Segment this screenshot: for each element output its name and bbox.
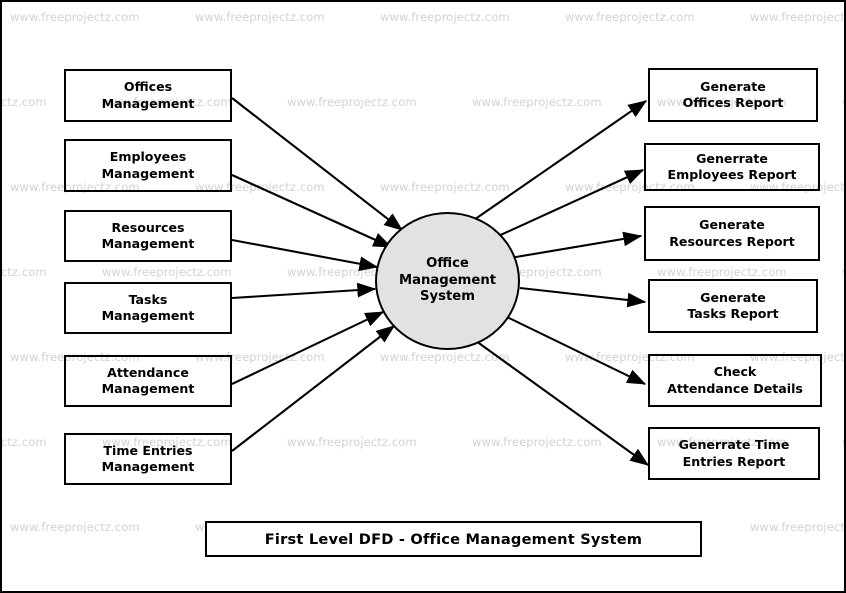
entity-generrate-employees-report-line2: Employees Report — [667, 167, 797, 182]
process-office-management-system[interactable]: Office Management System — [375, 212, 520, 350]
flow-resources-management-to-process — [231, 238, 379, 271]
entity-check-attendance-details[interactable]: Check Attendance Details — [648, 354, 822, 407]
entity-generrate-employees-report-line1: Generrate — [696, 150, 768, 166]
flow-process-to-generate-tasks-report — [519, 286, 647, 308]
entity-resources-management[interactable]: Resources Management — [64, 210, 232, 262]
flow-process-to-generrate-employees-report — [493, 169, 645, 239]
entity-generrate-employees-report[interactable]: Generrate Employees Report — [644, 143, 820, 191]
flow-attendance-management-to-process — [231, 311, 385, 385]
entity-attendance-management-line1: Attendance — [107, 364, 189, 380]
flow-process-to-generrate-time-entries-report — [475, 340, 650, 466]
entity-generate-tasks-report[interactable]: Generate Tasks Report — [648, 279, 818, 333]
diagram-title-box: First Level DFD - Office Management Syst… — [205, 521, 702, 557]
flow-tasks-management-to-process — [231, 282, 377, 300]
entity-offices-management[interactable]: Offices Management — [64, 69, 232, 122]
entity-check-attendance-details-line2: Attendance Details — [667, 380, 803, 396]
entity-employees-management-line2: Management — [101, 165, 195, 181]
process-label-line3: System — [420, 289, 475, 305]
entity-generate-resources-report-line1: Generate — [699, 217, 765, 233]
entity-offices-management-line1: Offices — [123, 79, 173, 95]
entity-check-attendance-details-line1: Check — [713, 364, 757, 380]
entity-generate-offices-report[interactable]: Generate Offices Report — [648, 68, 818, 122]
entity-employees-management[interactable]: Employees Management — [64, 139, 232, 192]
flow-process-to-check-attendance-details — [506, 316, 647, 385]
entity-generrate-time-entries-report-line1: Generrate Time — [678, 437, 790, 453]
entity-attendance-management[interactable]: Attendance Management — [64, 355, 232, 407]
entity-generate-tasks-report-line1: Generate — [700, 289, 766, 305]
entity-tasks-management-line2: Management — [101, 308, 195, 323]
flow-process-to-generate-offices-report — [467, 100, 648, 225]
diagram-title: First Level DFD - Office Management Syst… — [264, 530, 643, 548]
process-label-line2: Management — [398, 272, 497, 288]
entity-generrate-time-entries-report[interactable]: Generrate Time Entries Report — [648, 427, 820, 480]
entity-resources-management-line2: Management — [101, 236, 195, 251]
entity-generate-offices-report-line1: Generate — [700, 78, 766, 94]
entity-tasks-management-line1: Tasks — [128, 291, 168, 307]
entity-time-entries-management[interactable]: Time Entries Management — [64, 433, 232, 485]
entity-time-entries-management-line1: Time Entries — [103, 442, 193, 458]
entity-generate-tasks-report-line2: Tasks Report — [687, 306, 779, 321]
entity-attendance-management-line2: Management — [101, 381, 195, 396]
flow-offices-management-to-process — [231, 97, 403, 231]
flow-process-to-generate-resources-report — [509, 231, 643, 260]
entity-resources-management-line1: Resources — [111, 219, 185, 235]
entity-employees-management-line1: Employees — [109, 149, 187, 165]
entity-generate-offices-report-line2: Offices Report — [682, 95, 784, 110]
flow-employees-management-to-process — [231, 174, 393, 248]
entity-time-entries-management-line2: Management — [101, 459, 195, 474]
entity-generate-resources-report[interactable]: Generate Resources Report — [644, 206, 820, 261]
dfd-diagram-canvas: www.freeprojectz.com www.freeprojectz.com… — [0, 0, 846, 593]
entity-generate-resources-report-line2: Resources Report — [669, 233, 795, 249]
entity-offices-management-line2: Management — [101, 95, 195, 111]
entity-generrate-time-entries-report-line2: Entries Report — [682, 453, 786, 469]
entity-tasks-management[interactable]: Tasks Management — [64, 282, 232, 334]
process-label-line1: Office — [426, 255, 469, 271]
